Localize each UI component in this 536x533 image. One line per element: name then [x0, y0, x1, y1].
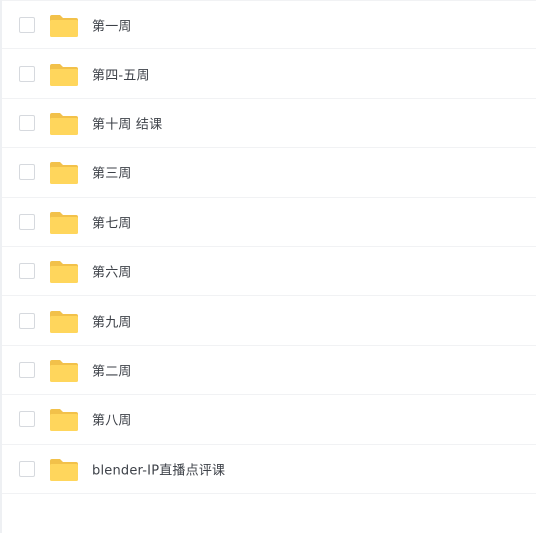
- file-list: 第一周 第四-五周 第十周 结课 第三周 第七周 第六周 第九周 第二周 第八周: [2, 0, 536, 494]
- row-checkbox[interactable]: [19, 361, 35, 378]
- file-row[interactable]: 第七周: [2, 198, 536, 247]
- row-checkbox[interactable]: [19, 164, 35, 181]
- folder-icon: [49, 63, 79, 87]
- folder-icon: [49, 14, 79, 38]
- file-name[interactable]: 第九周: [92, 311, 132, 330]
- row-checkbox[interactable]: [19, 312, 35, 329]
- row-checkbox[interactable]: [19, 16, 35, 33]
- row-checkbox[interactable]: [19, 411, 35, 428]
- folder-icon: [49, 458, 79, 482]
- folder-icon: [49, 112, 79, 136]
- row-checkbox[interactable]: [19, 263, 35, 280]
- file-row[interactable]: 第四-五周: [2, 49, 536, 99]
- folder-icon: [49, 408, 79, 432]
- file-name[interactable]: 第十周 结课: [92, 113, 162, 132]
- folder-icon: [49, 359, 79, 383]
- file-row[interactable]: 第十周 结课: [2, 99, 536, 149]
- folder-icon: [49, 161, 79, 185]
- file-name[interactable]: 第二周: [92, 360, 132, 379]
- file-row[interactable]: 第八周: [2, 395, 536, 445]
- file-name[interactable]: 第八周: [92, 410, 132, 429]
- file-row[interactable]: 第二周: [2, 346, 536, 396]
- file-row[interactable]: 第一周: [2, 0, 536, 50]
- file-name[interactable]: 第七周: [92, 212, 132, 231]
- row-checkbox[interactable]: [19, 114, 35, 131]
- folder-icon: [49, 310, 79, 334]
- folder-icon: [49, 260, 79, 284]
- file-row[interactable]: 第九周: [2, 296, 536, 346]
- file-name[interactable]: 第四-五周: [92, 64, 150, 83]
- file-name[interactable]: blender-IP直播点评课: [92, 459, 225, 478]
- row-checkbox[interactable]: [19, 460, 35, 477]
- file-row[interactable]: blender-IP直播点评课: [2, 445, 536, 494]
- folder-icon: [49, 211, 79, 235]
- file-row[interactable]: 第三周: [2, 148, 536, 198]
- file-name[interactable]: 第一周: [92, 15, 132, 34]
- row-checkbox[interactable]: [19, 213, 35, 230]
- file-name[interactable]: 第三周: [92, 163, 132, 182]
- file-row[interactable]: 第六周: [2, 247, 536, 297]
- file-name[interactable]: 第六周: [92, 262, 132, 281]
- row-checkbox[interactable]: [19, 65, 35, 82]
